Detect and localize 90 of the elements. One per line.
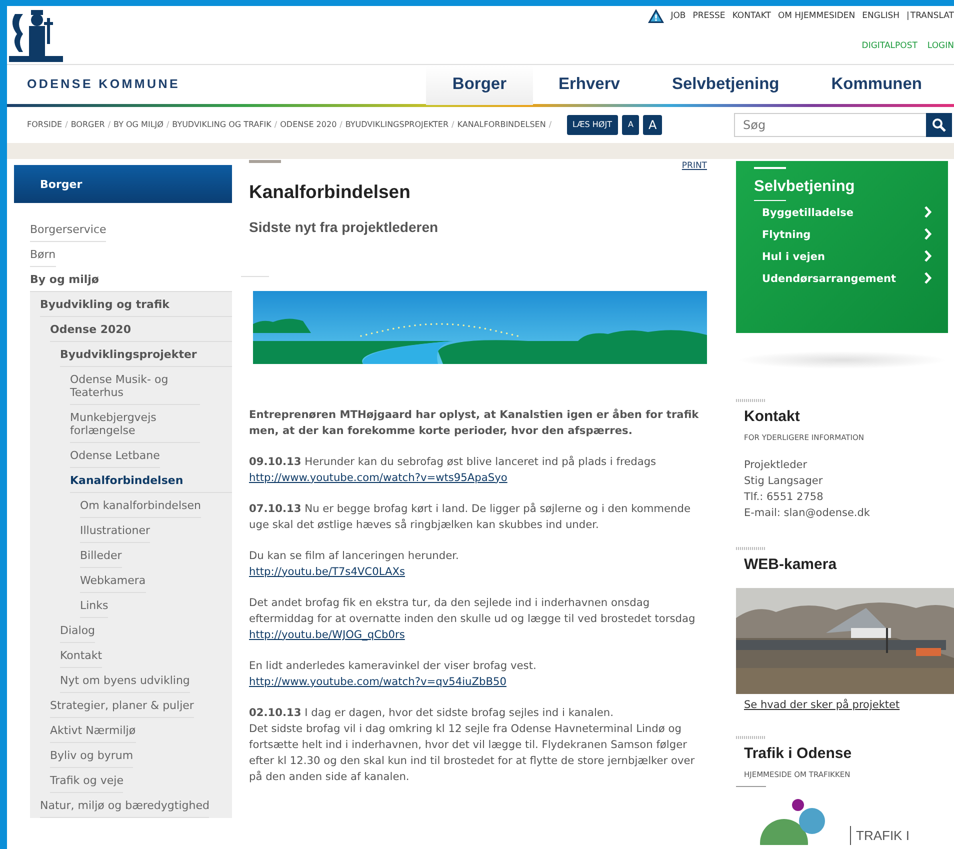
nav-tab[interactable]: Borger: [426, 64, 532, 104]
breadcrumb-link[interactable]: BYUDVIKLINGSPROJEKTER: [345, 119, 449, 131]
breadcrumb-link[interactable]: BYUDVIKLING OG TRAFIK: [172, 119, 272, 131]
page-title: Kanalforbindelsen: [249, 180, 412, 203]
sidebar-item[interactable]: Odense Musik- og Teaterhus: [70, 367, 200, 405]
sidebar-item[interactable]: Billeder: [80, 543, 122, 568]
nav-tab[interactable]: Selvbetjening: [646, 64, 806, 104]
selfservice-link[interactable]: Hul i vejen: [742, 246, 932, 268]
read-aloud-button[interactable]: LÆS HØJT: [566, 115, 618, 135]
breadcrumb-link[interactable]: KANALFORBINDELSEN: [457, 119, 546, 131]
utility-link[interactable]: LOGIN: [927, 40, 954, 53]
logo-text: TRAFIK I: [850, 826, 910, 846]
utility-link[interactable]: TRANSLAT: [910, 10, 954, 22]
sidebar-item[interactable]: Borgerservice: [30, 217, 106, 242]
breadcrumb-separator: /: [274, 119, 278, 131]
section-title: Trafik i Odense: [744, 745, 853, 763]
video-link[interactable]: http://youtu.be/T7s4VC0LAXs: [249, 564, 405, 580]
sidebar-item[interactable]: Byudviklingsprojekter: [60, 342, 232, 367]
text-size-button[interactable]: A: [622, 115, 640, 135]
paragraph: En lidt anderledes kameravinkel der viser brofag vest.: [249, 658, 538, 674]
nav-tab[interactable]: Erhverv: [532, 64, 646, 104]
webcam-link[interactable]: Se hvad der sker på projektet: [744, 698, 900, 714]
utility-link[interactable]: DIGITALPOST: [862, 40, 918, 53]
breadcrumb-separator: /: [340, 119, 342, 131]
breadcrumb-separator: /: [108, 119, 111, 131]
sidebar-item[interactable]: Links: [80, 593, 108, 618]
selfservice-link[interactable]: Udendørsarrangement: [742, 268, 932, 290]
paragraph: 02.10.13 I dag er dagen, hvor det sidste brofag sejles ind i kanalen.: [249, 706, 615, 721]
contact-line: E-mail: slan@odense.dk: [744, 506, 871, 522]
sidebar-item[interactable]: Byudvikling og trafik: [40, 292, 232, 317]
chevron-icon: [924, 206, 932, 218]
sidebar-item[interactable]: Kanalforbindelsen: [70, 468, 232, 493]
breadcrumb-link[interactable]: BORGER: [70, 119, 105, 131]
sidebar-header[interactable]: Borger: [14, 165, 232, 203]
contact-line: Projektleder: [744, 458, 808, 474]
breadcrumb-separator: /: [65, 119, 68, 131]
breadcrumb-separator: /: [548, 119, 552, 131]
chevron-icon: [924, 228, 932, 240]
utility-link[interactable]: JOB: [670, 10, 686, 22]
panel-title: Selvbetjening: [753, 177, 856, 197]
sidebar-item[interactable]: Dialog: [60, 618, 96, 643]
utility-link[interactable]: OM HJEMMESIDEN: [778, 10, 856, 22]
sidebar-item[interactable]: Natur, miljø og bæredygtighed: [40, 793, 210, 818]
breadcrumb-separator: /: [166, 119, 170, 131]
contact-line: Tlf.: 6551 2758: [744, 490, 824, 506]
separator-mark: |: [906, 10, 910, 22]
paragraph: Det sidste brofag vil i dag omkring kl 12 sejle fra Odense Havneterminal Lindø og fortsætte helt ind i inderhavnen, hvor det vil lægge til. Flydekranen Samson følger efter kl 12.30 og den skal kun ind til brostedet for at flytte de store jernbjælker over på den anden side af kanalen.: [249, 722, 696, 785]
breadcrumb-link[interactable]: FORSIDE: [27, 119, 62, 131]
video-link[interactable]: http://www.youtube.com/watch?v=qv54iuZbB50: [249, 674, 506, 690]
sidebar-item[interactable]: Kontakt: [60, 643, 102, 668]
search-button[interactable]: [926, 113, 952, 137]
sidebar-item[interactable]: Byliv og byrum: [50, 743, 134, 768]
search-field[interactable]: Søg: [734, 113, 926, 137]
sidebar-item[interactable]: Strategier, planer & puljer: [50, 693, 194, 718]
paragraph: Du kan se film af lanceringen herunder.: [249, 548, 460, 564]
sidebar-item[interactable]: Om kanalforbindelsen: [80, 493, 201, 518]
paragraph: 09.10.13 Herunder kan du sebrofag øst blive lanceret ind på plads i fredags: [249, 454, 658, 470]
sidebar-item[interactable]: Odense 2020: [50, 317, 232, 342]
warning-icon[interactable]: [648, 9, 664, 23]
breadcrumb-separator: /: [452, 119, 454, 131]
contact-line: Stig Langsager: [744, 474, 824, 490]
sidebar-item[interactable]: Trafik og veje: [50, 768, 124, 793]
page-subtitle: Sidste nyt fra projektlederen: [249, 218, 440, 236]
breadcrumb-link[interactable]: ODENSE 2020: [280, 119, 337, 131]
sidebar-item[interactable]: Børn: [30, 242, 56, 267]
paragraph: Det andet brofag fik en ekstra tur, da den sejlede ind i inderhavnen onsdag eftermiddag for at overnatte inden den skulle ud og lægge til ved brostedet torsdag: [249, 596, 696, 627]
print-link[interactable]: PRINT: [682, 160, 707, 173]
nav-tab[interactable]: Kommunen: [805, 64, 948, 104]
utility-link[interactable]: KONTAKT: [732, 10, 771, 22]
video-link[interactable]: http://youtu.be/WJOG_qCb0rs: [249, 626, 405, 643]
crest-icon: [9, 8, 63, 62]
intro-paragraph: Entreprenøren MTHøjgaard har oplyst, at Kanalstien igen er åben for trafik men, at der kan forekomme korte perioder, hvor den afspærres.: [249, 408, 700, 439]
chevron-icon: [924, 250, 932, 262]
sidebar-item[interactable]: Nyt om byens udvikling: [60, 668, 190, 693]
utility-link[interactable]: ENGLISH: [862, 10, 900, 22]
utility-link[interactable]: PRESSE: [692, 10, 726, 22]
text-size-button[interactable]: A: [643, 115, 662, 135]
paragraph: 07.10.13 Nu er begge brofag kørt i land. De ligger på søjlerne og i den kommende uge skal det østlige hæves så ringbjælken kan skubbes ind under.: [249, 502, 692, 533]
section-title: Kontakt: [744, 408, 801, 426]
sidebar-item[interactable]: Odense Letbane: [70, 443, 160, 468]
breadcrumb-link[interactable]: BY OG MILJØ: [114, 119, 164, 131]
chevron-icon: [924, 272, 932, 284]
sidebar-item[interactable]: Munkebjergvejs forlængelse: [70, 405, 200, 443]
section-title: WEB-kamera: [744, 556, 838, 574]
sidebar-item[interactable]: Webkamera: [80, 568, 146, 593]
sidebar-item[interactable]: Illustrationer: [80, 518, 150, 543]
site-name[interactable]: ODENSE KOMMUNE: [7, 75, 180, 94]
search-icon: [932, 118, 946, 132]
video-link[interactable]: http://www.youtube.com/watch?v=wts95ApaSyo: [249, 470, 508, 486]
sidebar-item[interactable]: Aktivt Nærmiljø: [50, 718, 136, 743]
